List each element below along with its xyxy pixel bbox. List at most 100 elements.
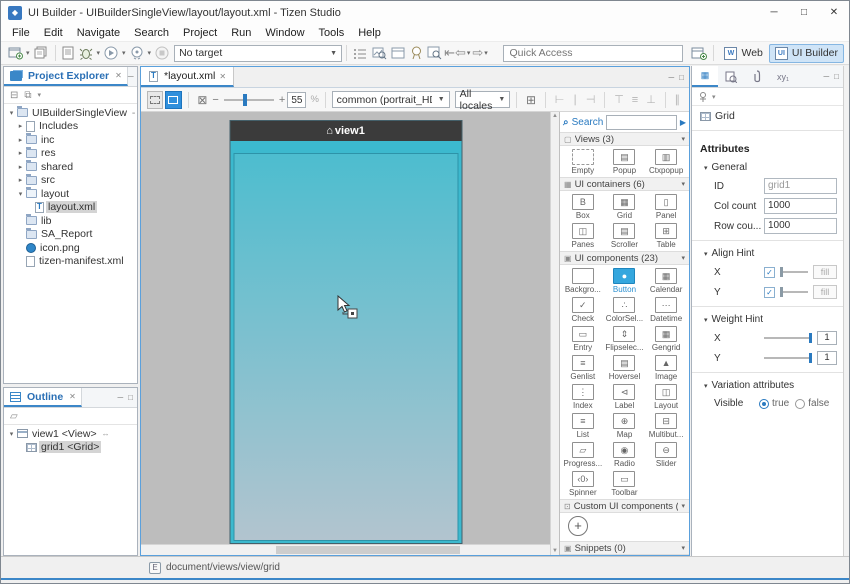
back-history-caret[interactable]: ▾ [467, 49, 471, 57]
fit-to-screen-button[interactable]: ⊠ [194, 93, 210, 107]
scrollbar-thumb[interactable] [276, 546, 460, 554]
locales-combo[interactable]: All locales▼ [455, 91, 511, 108]
chevron-down-icon[interactable]: ▾ [681, 180, 685, 188]
zoom-out-button[interactable]: − [212, 94, 218, 106]
palette-item-index[interactable]: ⋮Index [562, 382, 604, 411]
tree-item-inc[interactable]: ▸inc [4, 133, 137, 147]
palette-item-calendar[interactable]: ▦Calendar [645, 266, 687, 295]
tab-layout-xml[interactable]: *layout.xml ✕ [141, 67, 234, 87]
palette-section-custom-ui-components-0[interactable]: ⊡Custom UI components (0)▾ [560, 499, 689, 513]
slider-thumb[interactable] [809, 333, 812, 343]
chevron-down-icon[interactable]: ▾ [16, 190, 25, 198]
outline-item-grid1[interactable]: grid1 <Grid> [4, 441, 137, 455]
tree-item-lib[interactable]: lib [4, 214, 137, 228]
new-wizard-menu-caret[interactable]: ▾ [26, 49, 30, 57]
palette-item-scroller[interactable]: ▤Scroller [604, 221, 646, 250]
tab-resources[interactable] [744, 66, 770, 87]
align-bottom-button[interactable]: ⊥ [643, 93, 659, 106]
palette-item-progress[interactable]: ▱Progress... [562, 440, 604, 469]
minimize-view-button[interactable]: ─ [668, 73, 674, 82]
align-middle-button[interactable]: ≡ [629, 94, 641, 106]
debug-button[interactable] [77, 43, 96, 63]
palette-item-radio[interactable]: ◉Radio [604, 440, 646, 469]
tree-item-tizen-manifest-xml[interactable]: tizen-manifest.xml [4, 255, 137, 269]
palette-item-empty[interactable]: Empty [562, 147, 604, 176]
align-left-button[interactable]: ⊢ [552, 93, 568, 106]
weight-y-slider[interactable] [764, 352, 812, 364]
section-variation-attributes[interactable]: ▾Variation attributes [692, 377, 843, 394]
link-with-editor-button[interactable]: ⧉ [24, 90, 31, 101]
view-menu-caret[interactable]: ▾ [38, 91, 42, 99]
tree-item-shared[interactable]: ▸shared [4, 160, 137, 174]
outline-item-view1[interactable]: ▾view1 <View>↔ [4, 427, 137, 441]
chevron-down-icon[interactable]: ▾ [7, 430, 16, 438]
maximize-view-button[interactable]: □ [128, 393, 133, 402]
search-dialog-button[interactable] [425, 43, 444, 63]
palette-item-datetime[interactable]: ⋯Datetime [645, 295, 687, 324]
align-x-checkbox[interactable]: ✓ [764, 267, 775, 278]
palette-section-views-3[interactable]: ▢Views (3)▾ [560, 132, 689, 146]
slider-thumb[interactable] [780, 267, 783, 277]
palette-item-slider[interactable]: ⊖Slider [645, 440, 687, 469]
zoom-slider-thumb[interactable] [243, 94, 247, 106]
window-view-button[interactable] [389, 43, 408, 63]
visible-option-false[interactable]: false [795, 398, 829, 409]
palette-item-gengrid[interactable]: ▦Gengrid [645, 324, 687, 353]
palette-item-genlist[interactable]: ≡Genlist [562, 353, 604, 382]
zoom-value-input[interactable]: 55 [287, 92, 306, 108]
visible-option-true[interactable]: true [759, 398, 789, 409]
tab-project-explorer[interactable]: Project Explorer ✕ [4, 67, 128, 86]
chevron-down-icon[interactable]: ▾ [681, 502, 685, 510]
palette-section-ui-components-23[interactable]: ▣UI components (23)▾ [560, 251, 689, 265]
palette-item-panel[interactable]: ▯Panel [645, 192, 687, 221]
palette-item-multibut[interactable]: ⊟Multibut... [645, 411, 687, 440]
palette-item-colorsel[interactable]: ∴ColorSel... [604, 295, 646, 324]
align-y-value[interactable]: fill [813, 285, 837, 299]
menu-file[interactable]: File [5, 25, 37, 41]
tab-variables[interactable]: xy₁ [770, 66, 796, 87]
align-center-button[interactable]: ∣ [569, 93, 581, 106]
tree-item-includes[interactable]: ▸Includes [4, 120, 137, 134]
outline-page-icon[interactable]: ▱ [10, 411, 18, 422]
zoom-slider[interactable] [224, 93, 274, 107]
chevron-down-icon[interactable]: ▾ [681, 254, 685, 262]
tree-item-sa-report[interactable]: SA_Report [4, 228, 137, 242]
mark-occurrences-button[interactable] [351, 43, 370, 63]
align-y-checkbox[interactable]: ✓ [764, 287, 775, 298]
chevron-right-icon[interactable]: ▸ [16, 163, 25, 171]
tree-item-layout[interactable]: ▾layout [4, 187, 137, 201]
weight-x-slider[interactable] [764, 332, 812, 344]
close-tab-icon[interactable]: ✕ [69, 392, 76, 401]
run-menu-caret[interactable]: ▾ [122, 49, 126, 57]
source-view-toggle[interactable] [147, 91, 163, 109]
chevron-down-icon[interactable]: ▾ [7, 109, 16, 117]
target-combo[interactable]: No target▼ [174, 45, 342, 62]
save-all-button[interactable] [32, 43, 51, 63]
minimize-view-button[interactable]: ─ [823, 72, 829, 81]
profile-menu-caret[interactable]: ▾ [148, 49, 152, 57]
analyze-button[interactable] [370, 43, 389, 63]
align-y-slider[interactable] [780, 286, 808, 298]
close-tab-icon[interactable]: ✕ [219, 72, 226, 81]
chevron-right-icon[interactable]: ▸ [16, 149, 25, 157]
maximize-window-button[interactable]: □ [789, 1, 819, 25]
pin-menu-caret[interactable]: ▾ [712, 93, 716, 101]
add-custom-component-button[interactable]: + [568, 516, 588, 536]
palette-item-image[interactable]: ▲Image [645, 353, 687, 382]
menu-navigate[interactable]: Navigate [70, 25, 127, 41]
grid-component[interactable] [233, 153, 458, 541]
tab-preview[interactable] [718, 66, 744, 87]
scroll-up-icon[interactable]: ▲ [552, 113, 558, 119]
palette-section-snippets-0[interactable]: ▣Snippets (0)▾ [560, 541, 689, 555]
palette-item-ctxpopup[interactable]: ▥Ctxpopup [645, 147, 687, 176]
palette-item-flipselec[interactable]: ⇕Flipselec... [604, 324, 646, 353]
menu-tools[interactable]: Tools [312, 25, 352, 41]
search-next-icon[interactable]: ▶ [680, 118, 686, 127]
open-perspective-button[interactable] [689, 43, 709, 63]
section-weight-hint[interactable]: ▾Weight Hint [692, 311, 843, 328]
chevron-down-icon[interactable]: ▾ [681, 544, 685, 552]
maximize-view-button[interactable]: □ [834, 72, 839, 81]
palette-item-table[interactable]: ⊞Table [645, 221, 687, 250]
design-view-toggle[interactable] [165, 91, 181, 109]
weight-x-value[interactable]: 1 [817, 331, 837, 345]
